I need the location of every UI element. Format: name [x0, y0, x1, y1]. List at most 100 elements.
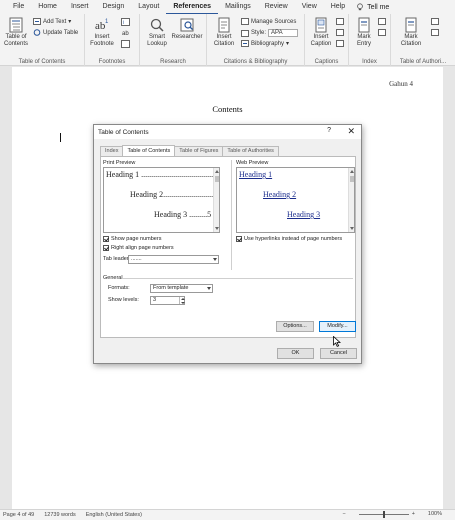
toc-label-2: Contents: [3, 41, 28, 47]
citation-label-2: Citation: [213, 41, 235, 47]
zoom-in-icon[interactable]: +: [412, 511, 415, 517]
tab-design[interactable]: Design: [95, 0, 131, 14]
mouse-pointer-icon: [333, 336, 341, 347]
researcher-label: Researcher: [171, 34, 203, 40]
insert-endnote-button[interactable]: i: [121, 18, 130, 26]
table-of-contents-button[interactable]: Table of Contents: [3, 17, 29, 48]
update-index-button[interactable]: [378, 29, 386, 36]
web-preview-scrollbar[interactable]: [348, 168, 354, 232]
ribbon: Table of Contents Add Text ▾ Update Tabl…: [0, 14, 455, 66]
update-figures-button[interactable]: [336, 29, 344, 36]
show-notes-icon: [121, 40, 130, 48]
tab-insert[interactable]: Insert: [64, 0, 96, 14]
tab-leader-dropdown[interactable]: .......: [128, 255, 219, 264]
tab-help[interactable]: Help: [324, 0, 352, 14]
ok-button[interactable]: OK: [277, 348, 314, 359]
stepper-buttons[interactable]: [179, 297, 185, 304]
tab-home[interactable]: Home: [31, 0, 64, 14]
group-index: Mark Entry Index: [349, 14, 391, 66]
dialog-tab-table-of-contents[interactable]: Table of Contents: [122, 145, 176, 156]
toc-label-1: Table of: [5, 34, 27, 40]
tab-review[interactable]: Review: [258, 0, 295, 14]
footnote-label-2: Footnote: [90, 41, 114, 47]
formats-dropdown[interactable]: From template: [150, 284, 213, 293]
zoom-control: − + 100%: [342, 510, 452, 518]
word-count[interactable]: 12739 words: [44, 512, 76, 518]
preview-divider: [231, 160, 232, 270]
mark-entry-button[interactable]: Mark Entry: [352, 17, 376, 48]
footnote-icon: ab 1: [95, 19, 109, 32]
manage-sources-button[interactable]: Manage Sources: [241, 18, 296, 25]
insert-footnote-button[interactable]: ab 1 Insert Footnote: [89, 17, 115, 48]
chevron-down-icon: [213, 258, 217, 261]
insert-index-button[interactable]: [378, 18, 386, 25]
style-dropdown[interactable]: APA: [268, 29, 299, 37]
zoom-slider-thumb[interactable]: [382, 510, 385, 518]
search-icon: [150, 18, 164, 32]
close-icon[interactable]: ✕: [347, 126, 355, 137]
add-text-button[interactable]: Add Text ▾: [33, 18, 71, 25]
general-label: General: [103, 275, 123, 281]
group-table-of-contents: Table of Contents Add Text ▾ Update Tabl…: [0, 14, 85, 66]
show-levels-stepper[interactable]: 3: [150, 296, 185, 305]
formats-label: Formats:: [108, 285, 130, 291]
group-label-authorities: Table of Authori...: [399, 59, 447, 65]
tell-me-search[interactable]: Tell me: [356, 3, 389, 11]
update-table-button[interactable]: Update Table: [33, 29, 78, 36]
update-authorities-button[interactable]: [431, 29, 439, 36]
insert-citation-button[interactable]: Insert Citation: [210, 17, 238, 48]
dialog-tab-index[interactable]: Index: [100, 146, 124, 156]
smart-lookup-button[interactable]: Smart Lookup: [144, 17, 170, 48]
cross-reference-button[interactable]: [336, 40, 344, 47]
chevron-down-icon: ▾: [286, 41, 290, 47]
checkbox-checked: [236, 236, 242, 242]
tab-mailings[interactable]: Mailings: [218, 0, 258, 14]
dialog-tab-panel: Print Preview Heading 1 ................…: [100, 156, 356, 338]
group-label-captions: Captions: [314, 59, 339, 65]
dialog-title-bar[interactable]: Table of Contents ? ✕: [94, 125, 361, 139]
group-label-toc: Table of Contents: [18, 59, 66, 65]
manage-sources-label: Manage Sources: [251, 18, 297, 25]
insert-table-of-figures-button[interactable]: [336, 18, 344, 25]
modify-button[interactable]: Modify...: [319, 321, 356, 332]
update-table-label: Update Table: [43, 29, 79, 36]
zoom-slider[interactable]: [358, 510, 409, 518]
show-notes-button[interactable]: [121, 40, 130, 48]
cross-reference-icon: [336, 40, 344, 47]
language-indicator[interactable]: English (United States): [86, 512, 142, 518]
page-count[interactable]: Page 4 of 49: [3, 512, 34, 518]
options-button[interactable]: Options...: [276, 321, 314, 332]
tab-view[interactable]: View: [295, 0, 324, 14]
add-text-label: Add Text: [43, 18, 67, 25]
tab-layout[interactable]: Layout: [131, 0, 166, 14]
next-footnote-button[interactable]: ab: [121, 29, 130, 37]
style-selector[interactable]: Style: APA: [241, 29, 299, 37]
print-preview-heading-1: Heading 1 ..............................…: [106, 170, 220, 179]
researcher-button[interactable]: Researcher: [170, 17, 204, 41]
help-button[interactable]: ?: [327, 127, 331, 134]
insert-caption-button[interactable]: Insert Caption: [308, 17, 334, 48]
insert-index-icon: [378, 18, 386, 25]
group-footnotes: ab 1 Insert Footnote i ab Footnotes: [85, 14, 140, 66]
citation-icon: [218, 17, 230, 33]
use-hyperlinks-checkbox[interactable]: Use hyperlinks instead of page numbers: [236, 236, 342, 242]
dialog-tab-table-of-figures[interactable]: Table of Figures: [174, 146, 224, 156]
dialog-tab-table-of-authorities[interactable]: Table of Authorities: [222, 146, 279, 156]
bibliography-button[interactable]: Bibliography ▾: [241, 40, 289, 47]
zoom-out-icon[interactable]: −: [342, 511, 345, 517]
tab-references[interactable]: References: [166, 0, 219, 14]
status-bar: Page 4 of 49 12739 words English (United…: [0, 509, 455, 520]
show-page-numbers-checkbox[interactable]: Show page numbers: [103, 236, 161, 242]
tab-file[interactable]: File: [6, 0, 31, 14]
print-preview-scrollbar[interactable]: [213, 168, 219, 232]
right-align-checkbox[interactable]: Right align page numbers: [103, 245, 174, 251]
checkbox-checked: [103, 236, 109, 242]
insert-authorities-button[interactable]: [431, 18, 439, 25]
cancel-button[interactable]: Cancel: [320, 348, 357, 359]
mark-entry-label-2: Entry: [356, 41, 371, 47]
mark-citation-button[interactable]: Mark Citation: [397, 17, 425, 48]
update-authorities-icon: [431, 29, 439, 36]
lightbulb-icon: [357, 3, 363, 11]
tab-leader-value: .......: [131, 256, 142, 262]
zoom-level[interactable]: 100%: [428, 511, 442, 517]
